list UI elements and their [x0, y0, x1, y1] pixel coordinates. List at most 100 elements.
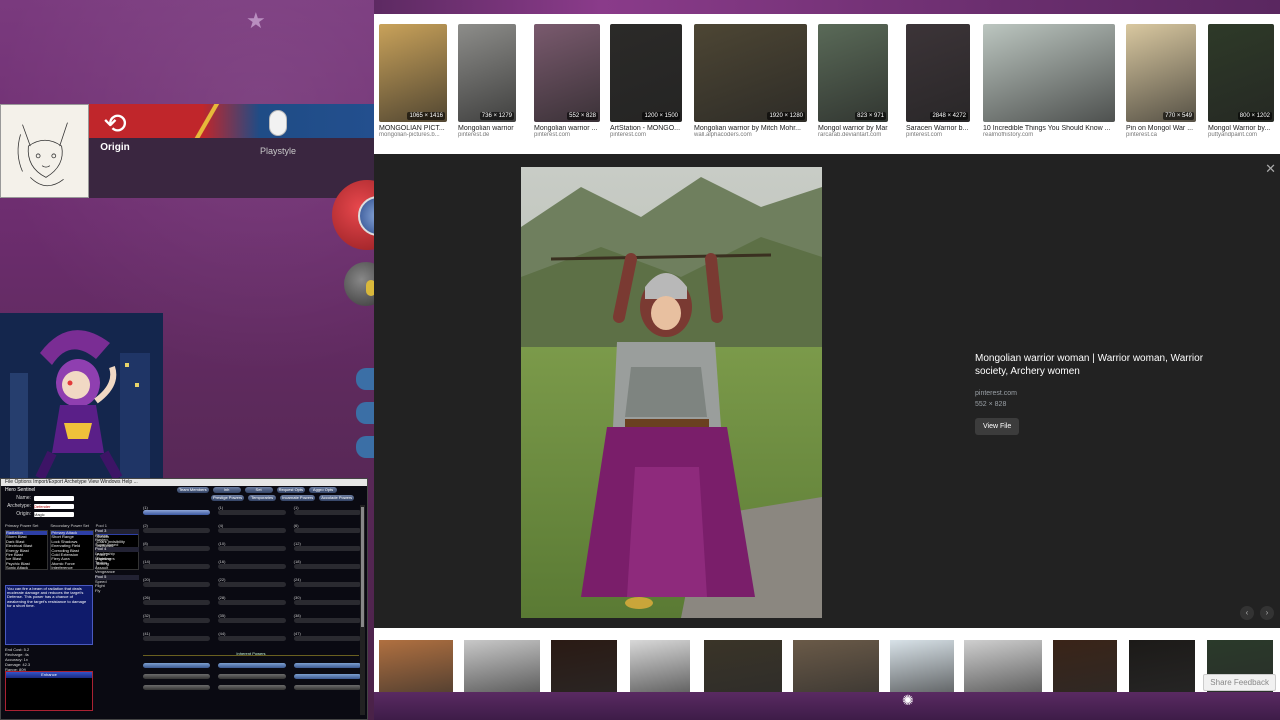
inherent-slot[interactable]: [218, 663, 286, 668]
prestige-powers-button[interactable]: Prestige Powers: [211, 495, 245, 501]
team-members-button[interactable]: Team Members: [177, 487, 209, 493]
inherent-slot[interactable]: [293, 674, 361, 679]
power-slot[interactable]: (8): [143, 541, 211, 553]
share-feedback-button[interactable]: Share Feedback: [1203, 674, 1276, 691]
slot-bar[interactable]: [143, 564, 211, 569]
image-thumbnail[interactable]: 823 × 971 Mongol warrior by Mar... rarcara…: [818, 24, 888, 138]
thumbnail-title[interactable]: ArtStation - MONGO...: [610, 125, 682, 132]
thumbnail-image[interactable]: 736 × 1279: [458, 24, 516, 122]
name-input[interactable]: [34, 495, 74, 501]
thumbnail-title[interactable]: Mongol Warrior by...: [1208, 125, 1274, 132]
power-slot[interactable]: (12): [293, 541, 361, 553]
slot-bar[interactable]: [143, 546, 211, 551]
slot-bar[interactable]: [293, 618, 361, 623]
power-slot[interactable]: (20): [143, 577, 211, 589]
inherent-slot[interactable]: [218, 674, 286, 679]
thumbnail-title[interactable]: Saracen Warrior b...: [906, 125, 970, 132]
editor-menubar[interactable]: File Options Import/Export Archetype Vie…: [1, 479, 367, 486]
slot-bar[interactable]: [293, 510, 361, 515]
close-icon[interactable]: ✕: [1265, 162, 1276, 175]
secondary-powers-list[interactable]: Primary Attack Short Range Lock Shadows Ene…: [50, 530, 94, 570]
related-image-thumbnail[interactable]: [630, 640, 690, 692]
power-slot[interactable]: (18): [293, 559, 361, 571]
chevron-left-icon[interactable]: ‹: [1240, 606, 1254, 620]
thumbnail-title[interactable]: Mongolian warrior ...: [534, 125, 600, 132]
thumbnail-image[interactable]: 2848 × 4272: [906, 24, 970, 122]
related-image-thumbnail[interactable]: [704, 640, 782, 692]
power-slot[interactable]: (1): [218, 505, 286, 517]
editor-scrollbar[interactable]: [360, 505, 365, 715]
thumbnail-image[interactable]: [983, 24, 1115, 122]
thumbnail-image[interactable]: 823 × 971: [818, 24, 888, 122]
slot-bar[interactable]: [218, 636, 286, 641]
related-image-thumbnail[interactable]: [964, 640, 1042, 692]
image-title[interactable]: Mongolian warrior woman | Warrior woman,…: [975, 352, 1235, 378]
enhance-bar[interactable]: Enhance: [6, 672, 92, 678]
slot-bar[interactable]: [143, 528, 211, 533]
slot-bar[interactable]: [218, 582, 286, 587]
slot-bar[interactable]: [143, 582, 211, 587]
power-slot[interactable]: (44): [218, 631, 286, 643]
slot-bar[interactable]: [293, 528, 361, 533]
power-slot[interactable]: (2): [143, 523, 211, 535]
thumbnail-title[interactable]: Mongol warrior by Mar...: [818, 125, 888, 132]
image-thumbnail[interactable]: 10 Incredible Things You Should Know ...…: [983, 24, 1115, 138]
pool-power-entry[interactable]: Fly: [95, 588, 139, 594]
power-slot[interactable]: (41): [143, 631, 211, 643]
inherent-slot[interactable]: [293, 663, 361, 668]
image-thumbnail[interactable]: 2848 × 4272 Saracen Warrior b... pinterest…: [906, 24, 970, 138]
thumbnail-title[interactable]: Pin on Mongol War ...: [1126, 125, 1196, 132]
inherent-slot[interactable]: [143, 663, 211, 668]
image-source[interactable]: pinterest.com: [975, 390, 1235, 397]
power-slot[interactable]: (10): [218, 541, 286, 553]
power-slot[interactable]: (16): [218, 559, 286, 571]
power-slot[interactable]: (4): [218, 523, 286, 535]
related-image-thumbnail[interactable]: [551, 640, 617, 692]
image-thumbnail[interactable]: 1065 × 1416 MONGOLIAN PICT... mongolian-pi…: [379, 24, 447, 138]
selected-image[interactable]: [521, 167, 822, 618]
inherent-slot[interactable]: [143, 685, 211, 690]
power-slot[interactable]: (30): [293, 595, 361, 607]
power-slot[interactable]: (6): [293, 523, 361, 535]
power-slot[interactable]: (47): [293, 631, 361, 643]
slot-bar[interactable]: [218, 510, 286, 515]
thumbnail-image[interactable]: 770 × 549: [1126, 24, 1196, 122]
power-slot[interactable]: (14): [143, 559, 211, 571]
secondary-power-item[interactable]: Interference: [51, 565, 92, 569]
thumbnail-title[interactable]: Mongolian warrior by Mitch Mohr...: [694, 125, 807, 132]
slot-bar[interactable]: [218, 528, 286, 533]
related-image-thumbnail[interactable]: [890, 640, 954, 692]
slot-bar[interactable]: [218, 546, 286, 551]
thumbnail-title[interactable]: Mongolian warrior ...: [458, 125, 516, 132]
image-thumbnail[interactable]: 736 × 1279 Mongolian warrior ... pinterest…: [458, 24, 516, 138]
power-slot[interactable]: (28): [218, 595, 286, 607]
image-thumbnail[interactable]: 552 × 828 Mongolian warrior ... pinterest.…: [534, 24, 600, 138]
power-slot[interactable]: (32): [143, 613, 211, 625]
related-image-thumbnail[interactable]: [379, 640, 453, 692]
inherent-slot[interactable]: [218, 685, 286, 690]
slot-bar[interactable]: [293, 636, 361, 641]
power-slot[interactable]: (24): [293, 577, 361, 589]
slot-bar[interactable]: [293, 582, 361, 587]
power-slot[interactable]: (26): [143, 595, 211, 607]
thumbnail-image[interactable]: 1920 × 1280: [694, 24, 807, 122]
power-slot[interactable]: (1): [143, 505, 211, 517]
image-thumbnail[interactable]: 1200 × 1500 ArtStation - MONGO... pinteres…: [610, 24, 682, 138]
incarnate-powers-button[interactable]: Incarnate Powers: [280, 495, 316, 501]
slot-bar[interactable]: [143, 636, 211, 641]
slot-bar[interactable]: [293, 564, 361, 569]
image-thumbnail[interactable]: 1920 × 1280 Mongolian warrior by Mitch Mo…: [694, 24, 807, 138]
related-image-thumbnail[interactable]: [464, 640, 540, 692]
slot-bar[interactable]: [293, 600, 361, 605]
thumbnail-image[interactable]: 552 × 828: [534, 24, 600, 122]
aggro-opts-button[interactable]: Aggro Opts: [309, 487, 338, 493]
thumbnail-image[interactable]: 1065 × 1416: [379, 24, 447, 122]
slot-bar[interactable]: [293, 546, 361, 551]
power-slot[interactable]: (35): [218, 613, 286, 625]
related-image-thumbnail[interactable]: [793, 640, 879, 692]
temporaries-button[interactable]: Temporaries: [248, 495, 277, 501]
primary-power-item[interactable]: Sonic Attack: [6, 565, 47, 569]
slot-bar[interactable]: [218, 600, 286, 605]
request-opts-button[interactable]: Request Opts: [276, 487, 306, 493]
slot-bar[interactable]: [143, 510, 211, 515]
